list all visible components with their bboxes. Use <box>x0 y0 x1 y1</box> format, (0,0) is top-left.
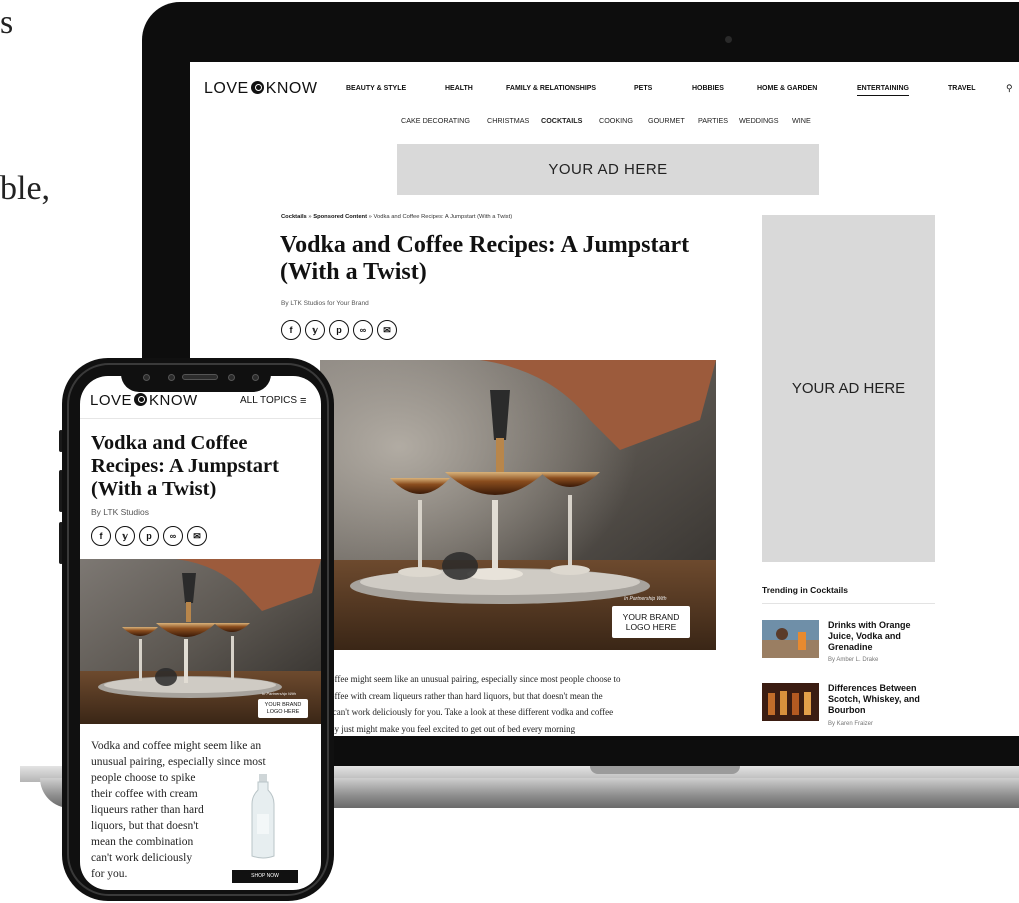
logo-mark-icon <box>134 393 148 406</box>
all-topics-button[interactable]: ALL TOPICS <box>240 395 297 406</box>
topic-health[interactable]: HEALTH <box>445 85 473 92</box>
share-bar: f 𝕪 p ∞ ✉ <box>91 526 207 546</box>
ad-sidebar[interactable]: YOUR AD HERE <box>762 215 935 562</box>
breadcrumb-sponsored[interactable]: Sponsored Content <box>313 214 367 220</box>
trending-title[interactable]: Drinks with Orange Juice, Vodka and Gren… <box>828 620 938 653</box>
trending-thumbnail[interactable] <box>762 683 819 721</box>
partner-label: In Partnership With <box>262 691 296 696</box>
product-bottle-image[interactable] <box>250 774 276 859</box>
topic-family-relationships[interactable]: FAMILY & RELATIONSHIPS <box>506 85 596 92</box>
pinterest-icon[interactable]: p <box>329 320 349 340</box>
shop-now-button[interactable]: SHOP NOW <box>232 870 298 883</box>
twitter-icon[interactable]: 𝕪 <box>305 320 325 340</box>
sensor-icon <box>228 374 235 381</box>
facebook-icon[interactable]: f <box>91 526 111 546</box>
subtopic-weddings[interactable]: WEDDINGS <box>739 116 779 125</box>
subtopic-cake-decorating[interactable]: CAKE DECORATING <box>401 116 470 125</box>
divider <box>80 418 321 419</box>
trending-author: By Amber L. Drake <box>828 657 879 663</box>
trending-title[interactable]: Differences Between Scotch, Whiskey, and… <box>828 683 938 716</box>
brand-logo-placeholder[interactable]: YOUR BRAND LOGO HERE <box>612 606 690 638</box>
byline: By LTK Studios for Your Brand <box>281 300 369 307</box>
ad-banner-top[interactable]: YOUR AD HERE <box>397 144 819 195</box>
facebook-icon[interactable]: f <box>281 320 301 340</box>
topic-entertaining[interactable]: ENTERTAINING <box>857 85 909 96</box>
link-icon[interactable]: ∞ <box>163 526 183 546</box>
search-icon[interactable]: ⚲ <box>1006 83 1013 94</box>
speaker-grill <box>182 374 218 380</box>
article-title: Vodka and Coffee Recipes: A Jumpstart (W… <box>280 232 690 285</box>
topic-travel[interactable]: TRAVEL <box>948 85 975 92</box>
topic-home-garden[interactable]: HOME & GARDEN <box>757 85 817 92</box>
background-text-fragment: ble, <box>0 170 51 207</box>
subtopic-wine[interactable]: WINE <box>792 116 811 125</box>
trending-heading: Trending in Cocktails <box>762 585 848 595</box>
twitter-icon[interactable]: 𝕪 <box>115 526 135 546</box>
share-bar: f 𝕪 p ∞ ✉ <box>281 320 397 340</box>
camera-icon <box>252 374 259 381</box>
article-title: Vodka and Coffee Recipes: A Jumpstart (W… <box>91 432 279 500</box>
topic-pets[interactable]: PETS <box>634 85 652 92</box>
byline: By LTK Studios <box>91 507 149 517</box>
hero-image: In Partnership With YOUR BRAND LOGO HERE <box>80 559 321 724</box>
breadcrumb-cocktails[interactable]: Cocktails <box>281 214 307 220</box>
camera-icon <box>168 374 175 381</box>
subtopic-gourmet[interactable]: GOURMET <box>648 116 685 125</box>
site-logo[interactable]: LOVE KNOW <box>90 392 198 409</box>
hamburger-menu-icon[interactable]: ≡ <box>300 395 306 407</box>
camera-icon <box>725 36 732 43</box>
hero-image: In Partnership With YOUR BRAND LOGO HERE <box>320 360 716 650</box>
logo-mark-icon <box>250 81 264 94</box>
trending-thumbnail[interactable] <box>762 620 819 658</box>
partner-label: In Partnership With <box>624 596 667 602</box>
sensor-icon <box>143 374 150 381</box>
laptop-opening-notch <box>590 766 740 774</box>
desktop-nav: LOVE KNOW BEAUTY & STYLE HEALTH FAMILY & … <box>190 80 1019 102</box>
email-icon[interactable]: ✉ <box>377 320 397 340</box>
subtopic-cocktails[interactable]: COCKTAILS <box>541 116 582 125</box>
email-icon[interactable]: ✉ <box>187 526 207 546</box>
mobile-screen: LOVE KNOW ALL TOPICS ≡ Vodka and Coffee R… <box>80 376 321 890</box>
subtopic-parties[interactable]: PARTIES <box>698 116 728 125</box>
subtopic-cooking[interactable]: COOKING <box>599 116 633 125</box>
article-body: coffee might seem like an unusual pairin… <box>326 674 621 734</box>
breadcrumb: Cocktails » Sponsored Content » Vodka an… <box>281 214 513 220</box>
trending-author: By Karen Fraizer <box>828 721 874 727</box>
site-logo[interactable]: LOVE KNOW <box>204 80 317 98</box>
divider <box>762 603 935 604</box>
background-text-fragment: s <box>0 4 14 41</box>
link-icon[interactable]: ∞ <box>353 320 373 340</box>
subtopic-christmas[interactable]: CHRISTMAS <box>487 116 529 125</box>
topic-beauty-style[interactable]: BEAUTY & STYLE <box>346 85 406 92</box>
breadcrumb-current: Vodka and Coffee Recipes: A Jumpstart (W… <box>373 214 513 220</box>
brand-logo-placeholder[interactable]: YOUR BRAND LOGO HERE <box>258 699 308 718</box>
topic-hobbies[interactable]: HOBBIES <box>692 85 724 92</box>
pinterest-icon[interactable]: p <box>139 526 159 546</box>
